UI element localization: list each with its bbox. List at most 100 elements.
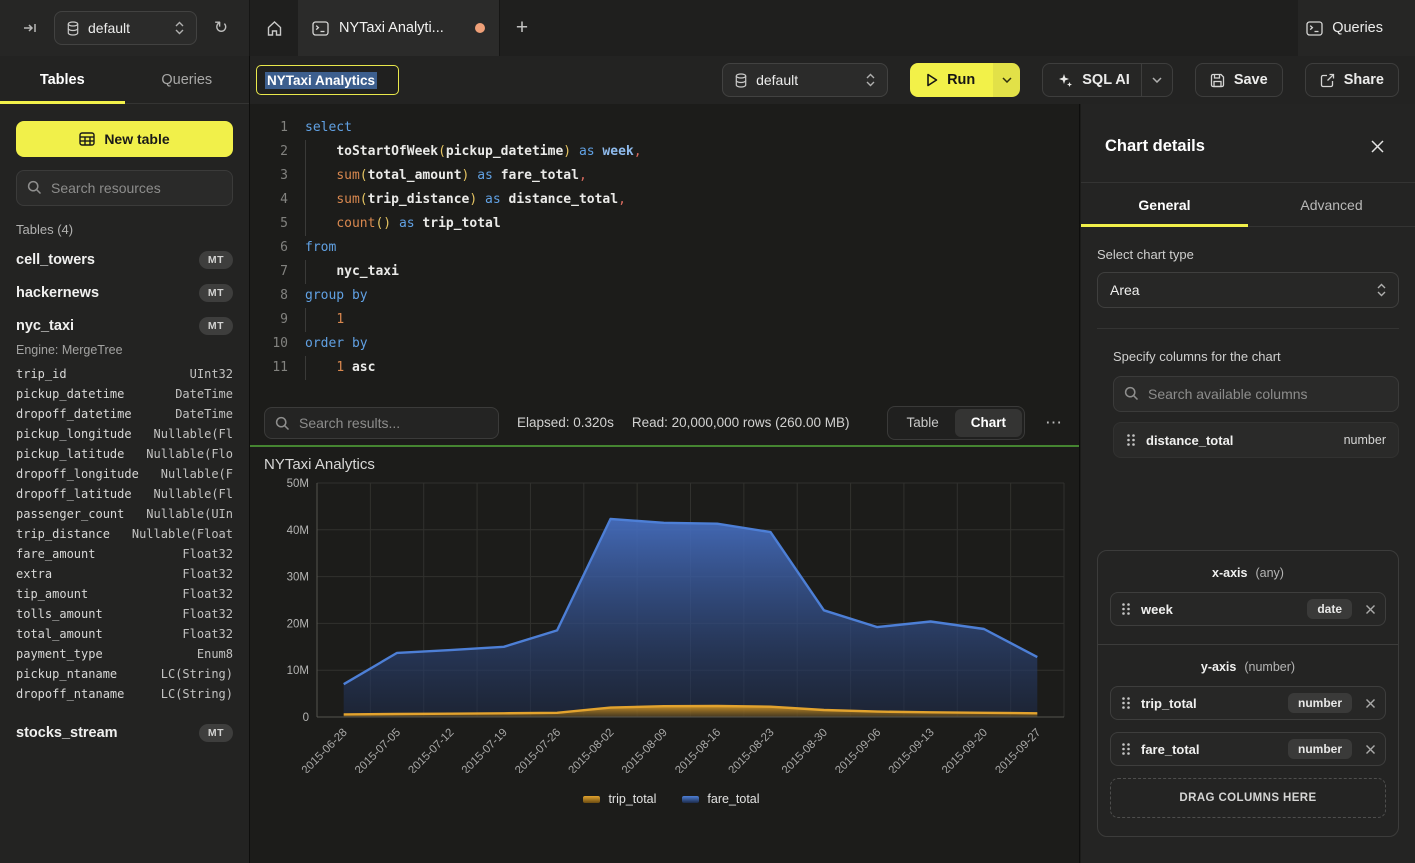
token xyxy=(305,312,336,327)
column-row: pickup_datetimeDateTime xyxy=(16,384,233,404)
collapse-sidebar-icon[interactable] xyxy=(16,14,44,42)
legend-swatch xyxy=(583,796,600,803)
sql-ai-button[interactable]: SQL AI xyxy=(1057,72,1130,88)
topbar-right: Queries xyxy=(1298,0,1415,56)
axis-column-chip[interactable]: week date xyxy=(1110,592,1386,626)
code-line: 5 count() as trip_total xyxy=(262,212,1079,236)
x-tick-label: 2015-08-30 xyxy=(780,727,830,773)
column-type: Float32 xyxy=(182,627,233,641)
sql-ai-options-button[interactable] xyxy=(1141,64,1172,96)
available-column-chip[interactable]: distance_totalnumber xyxy=(1113,422,1399,458)
results-search-input[interactable] xyxy=(264,407,499,439)
token: ( xyxy=(360,168,368,183)
tab-general[interactable]: General xyxy=(1081,183,1248,226)
column-type: Float32 xyxy=(182,547,233,561)
columns-search-input[interactable] xyxy=(1113,376,1399,412)
token xyxy=(391,216,399,231)
code-line: 2 toStartOfWeek(pickup_datetime) as week… xyxy=(262,140,1079,164)
column-row: tip_amountFloat32 xyxy=(16,584,233,604)
chart-view-button[interactable]: Chart xyxy=(955,409,1022,437)
updown-chevron-icon xyxy=(866,73,875,87)
remove-column-icon[interactable] xyxy=(1366,745,1375,754)
y-tick-label: 40M xyxy=(287,525,309,537)
run-database-selector[interactable]: default xyxy=(722,63,888,97)
sidebar-table-row[interactable]: cell_towersMT xyxy=(16,243,233,276)
new-tab-button[interactable]: + xyxy=(500,0,544,56)
queries-button[interactable]: Queries xyxy=(1298,14,1391,42)
column-type-badge: number xyxy=(1288,739,1352,759)
engine-badge: MT xyxy=(199,317,233,335)
more-options-icon[interactable]: ⋯ xyxy=(1043,413,1065,433)
results-toolbar: Elapsed: 0.320s Read: 20,000,000 rows (2… xyxy=(250,400,1079,445)
run-options-button[interactable] xyxy=(993,63,1020,97)
y-axis-title: y-axis(number) xyxy=(1110,660,1386,674)
share-button[interactable]: Share xyxy=(1305,63,1399,97)
token: order by xyxy=(305,336,368,351)
sidebar-tab-queries[interactable]: Queries xyxy=(125,56,250,103)
code-line: 7 nyc_taxi xyxy=(262,260,1079,284)
code-content: order by xyxy=(305,332,368,356)
column-type: DateTime xyxy=(175,407,233,421)
drop-zone[interactable]: DRAG COLUMNS HERE xyxy=(1110,778,1386,818)
resource-search-input[interactable] xyxy=(16,170,233,206)
database-icon xyxy=(735,73,747,88)
column-name: dropoff_latitude xyxy=(16,487,154,501)
sidebar-table-row[interactable]: stocks_streamMT xyxy=(16,716,233,749)
search-icon xyxy=(275,416,290,431)
tab-advanced[interactable]: Advanced xyxy=(1248,183,1415,226)
code-line: 8group by xyxy=(262,284,1079,308)
line-number: 11 xyxy=(262,356,288,380)
sidebar-tab-tables[interactable]: Tables xyxy=(0,56,125,103)
token: week xyxy=(595,144,634,159)
run-button[interactable]: Run xyxy=(910,63,993,97)
axis-column-chip[interactable]: fare_totalnumber xyxy=(1110,732,1386,766)
column-name: pickup_latitude xyxy=(16,447,146,461)
x-tick-label: 2015-07-19 xyxy=(460,727,510,773)
workspace: 1select2 toStartOfWeek(pickup_datetime) … xyxy=(250,104,1080,863)
column-row: fare_amountFloat32 xyxy=(16,544,233,564)
line-number: 7 xyxy=(262,260,288,284)
chart-title: NYTaxi Analytics xyxy=(264,456,1079,473)
axis-column-chip[interactable]: trip_totalnumber xyxy=(1110,686,1386,720)
chart-type-select[interactable]: Area xyxy=(1097,272,1399,308)
new-table-button[interactable]: New table xyxy=(16,121,233,157)
token: trip_distance xyxy=(368,192,470,207)
token: distance_total xyxy=(509,192,619,207)
divider xyxy=(1097,328,1399,329)
run-database-value: default xyxy=(756,72,857,88)
home-icon[interactable] xyxy=(250,0,298,56)
column-type-badge: date xyxy=(1307,599,1352,619)
legend-item[interactable]: fare_total xyxy=(682,792,759,806)
remove-column-icon[interactable] xyxy=(1366,699,1375,708)
remove-column-icon[interactable] xyxy=(1366,605,1375,614)
sql-editor[interactable]: 1select2 toStartOfWeek(pickup_datetime) … xyxy=(250,104,1079,400)
refresh-icon[interactable]: ↻ xyxy=(207,14,235,42)
table-name: stocks_stream xyxy=(16,725,199,741)
x-tick-label: 2015-09-20 xyxy=(940,727,990,773)
run-button-group: Run xyxy=(910,63,1020,97)
sql-console-app: default ↻ NYTaxi Analyti... + Queries xyxy=(0,0,1415,863)
line-number: 6 xyxy=(262,236,288,260)
legend-item[interactable]: trip_total xyxy=(583,792,656,806)
query-title-input[interactable]: NYTaxi Analytics xyxy=(256,65,399,95)
code-line: 9 1 xyxy=(262,308,1079,332)
chart-area: NYTaxi Analytics 010M20M30M40M50M2015-06… xyxy=(250,447,1079,863)
sidebar-table-row[interactable]: nyc_taxiMT xyxy=(16,309,233,342)
x-axis-chips: week date xyxy=(1110,592,1386,626)
area-chart[interactable]: 010M20M30M40M50M2015-06-282015-07-052015… xyxy=(264,473,1072,773)
token: toStartOfWeek xyxy=(336,144,438,159)
save-button[interactable]: Save xyxy=(1195,63,1283,97)
code-content: 1 asc xyxy=(305,356,375,380)
token xyxy=(305,264,336,279)
updown-chevron-icon xyxy=(1377,283,1386,297)
table-view-button[interactable]: Table xyxy=(890,409,954,437)
close-icon[interactable] xyxy=(1363,132,1391,160)
code-content: 1 xyxy=(305,308,344,332)
token: as xyxy=(579,144,595,159)
database-selector[interactable]: default xyxy=(54,11,197,45)
x-tick-label: 2015-08-16 xyxy=(673,727,723,773)
sql-ai-button-group: SQL AI xyxy=(1042,63,1173,97)
column-chip-name: week xyxy=(1141,602,1297,617)
sidebar-table-row[interactable]: hackernewsMT xyxy=(16,276,233,309)
document-tab[interactable]: NYTaxi Analyti... xyxy=(298,0,500,56)
